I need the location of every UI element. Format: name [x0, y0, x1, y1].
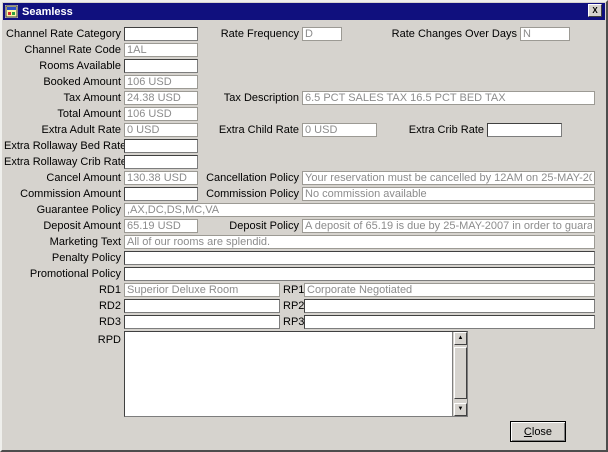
- promotional-policy-label: Promotional Policy: [4, 267, 121, 281]
- channel-rate-code-label: Channel Rate Code: [4, 43, 121, 57]
- window-title: Seamless: [22, 6, 73, 18]
- guarantee-policy-field[interactable]: [124, 203, 595, 217]
- close-button[interactable]: Close: [510, 421, 566, 442]
- extra-rollaway-bed-rate-label: Extra Rollaway Bed Rate: [4, 139, 121, 153]
- extra-adult-rate-label: Extra Adult Rate: [4, 123, 121, 137]
- tax-amount-label: Tax Amount: [4, 91, 121, 105]
- cancellation-policy-label: Cancellation Policy: [169, 171, 299, 185]
- total-amount-field[interactable]: [124, 107, 198, 121]
- promotional-policy-field[interactable]: [124, 267, 595, 281]
- rpd-scrollbar[interactable]: ▲ ▼: [452, 332, 467, 416]
- rp3-field[interactable]: [304, 315, 595, 329]
- extra-child-rate-label: Extra Child Rate: [169, 123, 299, 137]
- penalty-policy-field[interactable]: [124, 251, 595, 265]
- rate-frequency-label: Rate Frequency: [169, 27, 299, 41]
- app-icon: [5, 5, 18, 18]
- scrollbar-thumb[interactable]: [454, 347, 467, 399]
- tax-description-field[interactable]: [302, 91, 595, 105]
- window-close-icon[interactable]: X: [588, 4, 602, 17]
- extra-rollaway-crib-rate-label: Extra Rollaway Crib Rate: [4, 155, 121, 169]
- rooms-available-field[interactable]: [124, 59, 198, 73]
- cancel-amount-label: Cancel Amount: [4, 171, 121, 185]
- cancellation-policy-field[interactable]: [302, 171, 595, 185]
- channel-rate-code-field[interactable]: [124, 43, 198, 57]
- rooms-available-label: Rooms Available: [4, 59, 121, 73]
- rd1-field[interactable]: [124, 283, 280, 297]
- commission-policy-field[interactable]: [302, 187, 595, 201]
- channel-rate-category-label: Channel Rate Category: [4, 27, 121, 41]
- booked-amount-label: Booked Amount: [4, 75, 121, 89]
- rd3-label: RD3: [4, 315, 121, 329]
- rp3-label: RP3: [283, 315, 303, 329]
- marketing-text-label: Marketing Text: [4, 235, 121, 249]
- title-bar: Seamless: [3, 3, 605, 20]
- commission-policy-label: Commission Policy: [169, 187, 299, 201]
- rate-changes-over-days-field[interactable]: [520, 27, 570, 41]
- rpd-label: RPD: [4, 333, 121, 347]
- seamless-dialog: Seamless X Channel Rate Category Rate Fr…: [0, 0, 608, 452]
- guarantee-policy-label: Guarantee Policy: [4, 203, 121, 217]
- rp1-label: RP1: [283, 283, 303, 297]
- rp1-field[interactable]: [304, 283, 595, 297]
- extra-crib-rate-label: Extra Crib Rate: [382, 123, 484, 137]
- extra-rollaway-crib-rate-field[interactable]: [124, 155, 198, 169]
- rp2-label: RP2: [283, 299, 303, 313]
- rd1-label: RD1: [4, 283, 121, 297]
- marketing-text-field[interactable]: [124, 235, 595, 249]
- tax-description-label: Tax Description: [169, 91, 299, 105]
- rate-changes-over-days-label: Rate Changes Over Days: [377, 27, 517, 41]
- deposit-policy-label: Deposit Policy: [169, 219, 299, 233]
- extra-crib-rate-field[interactable]: [487, 123, 562, 137]
- rd3-field[interactable]: [124, 315, 280, 329]
- total-amount-label: Total Amount: [4, 107, 121, 121]
- scroll-up-icon[interactable]: ▲: [454, 332, 467, 345]
- rpd-field[interactable]: [124, 331, 468, 417]
- extra-rollaway-bed-rate-field[interactable]: [124, 139, 198, 153]
- deposit-amount-label: Deposit Amount: [4, 219, 121, 233]
- penalty-policy-label: Penalty Policy: [4, 251, 121, 265]
- rate-frequency-field[interactable]: [302, 27, 342, 41]
- scroll-down-icon[interactable]: ▼: [454, 403, 467, 416]
- extra-child-rate-field[interactable]: [302, 123, 377, 137]
- deposit-policy-field[interactable]: [302, 219, 595, 233]
- rd2-field[interactable]: [124, 299, 280, 313]
- rp2-field[interactable]: [304, 299, 595, 313]
- rd2-label: RD2: [4, 299, 121, 313]
- booked-amount-field[interactable]: [124, 75, 198, 89]
- commission-amount-label: Commission Amount: [4, 187, 121, 201]
